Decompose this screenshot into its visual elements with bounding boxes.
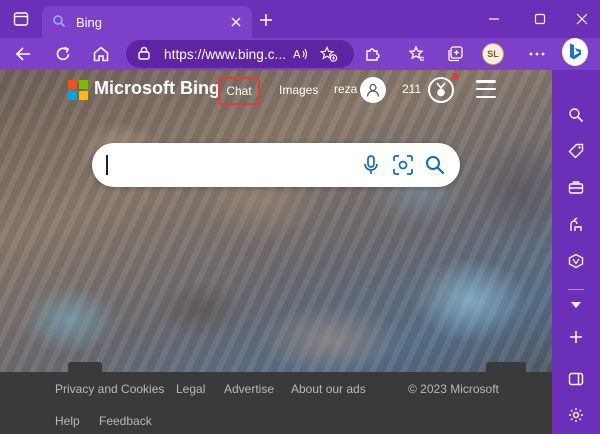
toolbar: https://www.bing.c... A SL	[0, 38, 600, 70]
footer-tab	[68, 362, 102, 372]
brand-title[interactable]: Microsoft Bing	[94, 78, 220, 99]
footer-link-legal[interactable]: Legal	[176, 382, 205, 396]
maximize-icon[interactable]	[528, 8, 552, 30]
split-screen-icon[interactable]	[565, 368, 587, 390]
tab-title: Bing	[76, 14, 103, 30]
favorites-icon[interactable]	[404, 42, 430, 66]
url-text: https://www.bing.c...	[164, 46, 287, 62]
title-bar: Bing	[0, 0, 600, 38]
nav-images[interactable]: Images	[279, 83, 318, 97]
games-icon[interactable]	[565, 214, 587, 236]
microphone-icon[interactable]	[360, 154, 382, 176]
bing-copilot-icon[interactable]	[562, 38, 588, 66]
collections-icon[interactable]	[442, 42, 468, 66]
add-icon[interactable]	[565, 326, 587, 348]
sidebar-divider	[568, 289, 584, 290]
chevron-down-icon[interactable]	[565, 294, 587, 316]
settings-icon[interactable]	[565, 404, 587, 426]
refresh-icon[interactable]	[50, 42, 76, 66]
tools-icon[interactable]	[565, 176, 587, 198]
tab-actions-icon[interactable]	[8, 6, 34, 32]
footer-link-help[interactable]: Help	[55, 414, 80, 428]
search-icon[interactable]	[565, 104, 587, 126]
profile-avatar[interactable]: SL	[482, 43, 504, 65]
footer-tab	[486, 362, 526, 372]
rewards-medal-icon[interactable]	[428, 77, 454, 103]
svg-text:A: A	[293, 48, 301, 61]
more-options-icon[interactable]	[524, 42, 550, 66]
user-name[interactable]: reza	[334, 82, 357, 96]
hamburger-menu-icon[interactable]	[476, 80, 496, 98]
footer-link-privacy[interactable]: Privacy and Cookies	[55, 382, 164, 396]
footer-link-advertise[interactable]: Advertise	[224, 382, 274, 396]
search-submit-icon[interactable]	[424, 154, 446, 176]
reward-points[interactable]: 211	[402, 82, 421, 96]
back-icon[interactable]	[10, 42, 36, 66]
footer-copyright: © 2023 Microsoft	[408, 382, 499, 396]
search-input[interactable]	[106, 153, 346, 177]
bing-header: Microsoft Bing Chat Images reza 211	[0, 70, 552, 114]
edge-sidebar	[552, 70, 600, 434]
notification-dot	[452, 73, 459, 80]
microsoft-logo-icon[interactable]	[68, 80, 88, 100]
bing-favicon-icon	[52, 14, 66, 31]
lock-icon[interactable]	[138, 46, 150, 63]
user-avatar-icon[interactable]	[360, 77, 386, 103]
footer-link-about-ads[interactable]: About our ads	[291, 382, 366, 396]
close-window-icon[interactable]	[570, 8, 594, 30]
home-icon[interactable]	[88, 42, 114, 66]
text-caret	[106, 155, 108, 175]
address-bar[interactable]: https://www.bing.c... A	[126, 40, 354, 68]
new-tab-icon[interactable]	[256, 10, 276, 30]
bing-homepage: Microsoft Bing Chat Images reza 211 Priv…	[0, 70, 552, 434]
footer: Privacy and Cookies Legal Advertise Abou…	[0, 362, 552, 434]
minimize-icon[interactable]	[482, 8, 506, 30]
read-aloud-icon[interactable]: A	[292, 46, 310, 62]
search-box	[92, 143, 460, 187]
shopping-tag-icon[interactable]	[565, 140, 587, 162]
footer-link-feedback[interactable]: Feedback	[99, 414, 152, 428]
visual-search-icon[interactable]	[392, 154, 414, 176]
outlook-icon[interactable]	[565, 250, 587, 272]
close-tab-icon[interactable]	[228, 14, 244, 30]
tab-bing[interactable]: Bing	[42, 6, 252, 38]
add-favorite-icon[interactable]	[320, 46, 338, 62]
nav-chat[interactable]: Chat	[218, 77, 260, 105]
extensions-icon[interactable]	[360, 42, 386, 66]
